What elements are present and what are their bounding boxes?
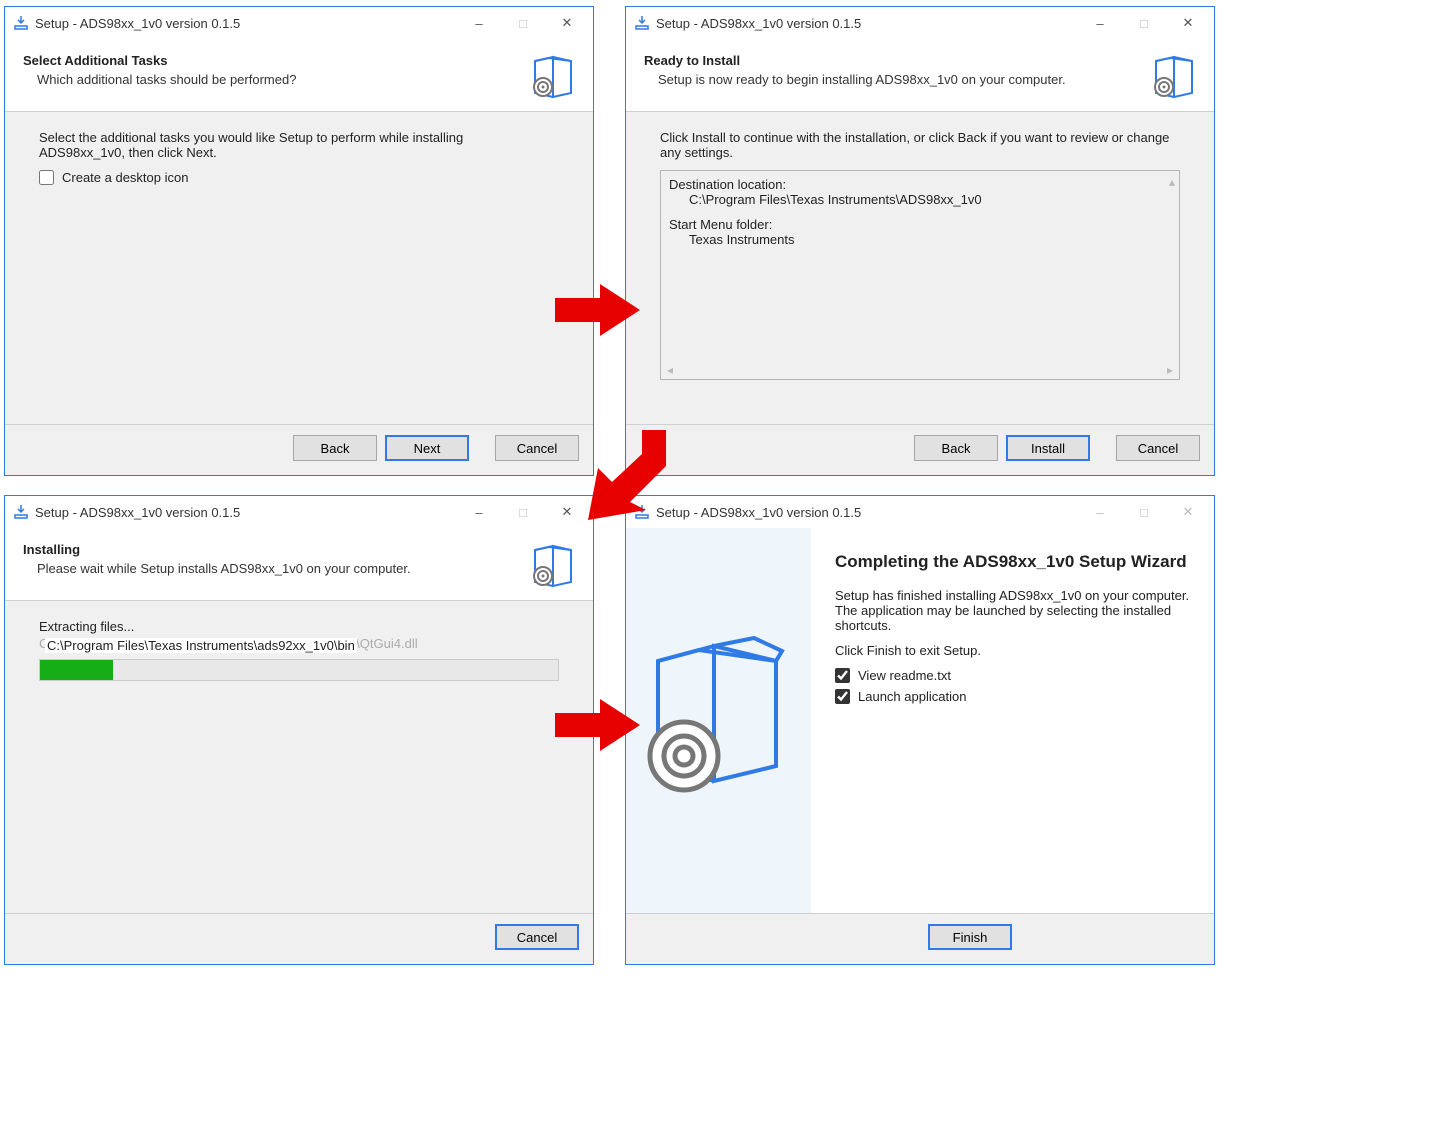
box-disc-large-icon <box>644 636 794 806</box>
instruction-text: Select the additional tasks you would li… <box>39 130 529 160</box>
dialog-select-tasks: Setup - ADS98xx_1v0 version 0.1.5 – □ ✕ … <box>4 6 594 476</box>
scroll-up-icon[interactable]: ▴ <box>1169 175 1175 189</box>
installer-icon <box>634 15 650 31</box>
maximize-button[interactable]: □ <box>501 8 545 38</box>
minimize-button[interactable]: – <box>1078 497 1122 527</box>
box-disc-icon <box>1150 53 1196 99</box>
instruction-text: Click Install to continue with the insta… <box>660 130 1170 160</box>
install-progress-fill <box>40 660 113 680</box>
dialog-ready-install: Setup - ADS98xx_1v0 version 0.1.5 – □ ✕ … <box>625 6 1215 476</box>
page-subtitle: Please wait while Setup installs ADS98xx… <box>37 561 519 576</box>
flow-arrow-right-1 <box>555 280 640 340</box>
close-button[interactable]: ✕ <box>1166 8 1210 38</box>
back-button[interactable]: Back <box>293 435 377 461</box>
titlebar: Setup - ADS98xx_1v0 version 0.1.5 – □ ✕ <box>5 7 593 39</box>
dest-value: C:\Program Files\Texas Instruments\ADS98… <box>689 192 1171 207</box>
minimize-button[interactable]: – <box>457 8 501 38</box>
header-panel: Select Additional Tasks Which additional… <box>5 39 593 112</box>
page-title: Installing <box>23 542 519 557</box>
finish-text-2: Click Finish to exit Setup. <box>835 643 1190 658</box>
checkbox-label: View readme.txt <box>858 668 951 683</box>
launch-app-checkbox[interactable]: Launch application <box>835 689 1190 704</box>
cancel-button[interactable]: Cancel <box>495 435 579 461</box>
titlebar: Setup - ADS98xx_1v0 version 0.1.5 – □ ✕ <box>626 7 1214 39</box>
header-panel: Installing Please wait while Setup insta… <box>5 528 593 601</box>
window-title: Setup - ADS98xx_1v0 version 0.1.5 <box>35 505 457 520</box>
install-button[interactable]: Install <box>1006 435 1090 461</box>
checkbox-label: Launch application <box>858 689 966 704</box>
view-readme-checkbox[interactable]: View readme.txt <box>835 668 1190 683</box>
dialog-installing: Setup - ADS98xx_1v0 version 0.1.5 – □ ✕ … <box>4 495 594 965</box>
finish-text-1: Setup has finished installing ADS98xx_1v… <box>835 588 1190 633</box>
minimize-button[interactable]: – <box>1078 8 1122 38</box>
page-title: Select Additional Tasks <box>23 53 519 68</box>
header-panel: Ready to Install Setup is now ready to b… <box>626 39 1214 112</box>
minimize-button[interactable]: – <box>457 497 501 527</box>
cancel-button[interactable]: Cancel <box>1116 435 1200 461</box>
wizard-sidebar <box>626 528 811 913</box>
checkbox-input[interactable] <box>835 689 850 704</box>
maximize-button[interactable]: □ <box>501 497 545 527</box>
next-button[interactable]: Next <box>385 435 469 461</box>
scroll-right-icon[interactable]: ▸ <box>1167 363 1173 377</box>
close-button[interactable]: ✕ <box>1166 497 1210 527</box>
scroll-left-icon[interactable]: ◂ <box>667 363 673 377</box>
installer-icon <box>13 504 29 520</box>
startmenu-label: Start Menu folder: <box>669 217 1171 232</box>
status-label: Extracting files... <box>39 619 559 634</box>
titlebar: Setup - ADS98xx_1v0 version 0.1.5 – □ ✕ <box>5 496 593 528</box>
extract-path-overlay: C:\Program Files\Texas Instruments\ads92… <box>45 638 357 653</box>
box-disc-icon <box>529 53 575 99</box>
cancel-button[interactable]: Cancel <box>495 924 579 950</box>
close-button[interactable]: ✕ <box>545 8 589 38</box>
maximize-button[interactable]: □ <box>1122 497 1166 527</box>
dest-label: Destination location: <box>669 177 1171 192</box>
checkbox-label: Create a desktop icon <box>62 170 188 185</box>
box-disc-icon <box>529 542 575 588</box>
install-progress <box>39 659 559 681</box>
back-button[interactable]: Back <box>914 435 998 461</box>
page-title: Ready to Install <box>644 53 1140 68</box>
checkbox-input[interactable] <box>39 170 54 185</box>
window-title: Setup - ADS98xx_1v0 version 0.1.5 <box>656 505 1078 520</box>
page-subtitle: Which additional tasks should be perform… <box>37 72 519 87</box>
titlebar: Setup - ADS98xx_1v0 version 0.1.5 – □ ✕ <box>626 496 1214 528</box>
summary-memo[interactable]: Destination location: C:\Program Files\T… <box>660 170 1180 380</box>
installer-icon <box>13 15 29 31</box>
flow-arrow-right-2 <box>555 695 640 755</box>
startmenu-value: Texas Instruments <box>689 232 1171 247</box>
finish-button[interactable]: Finish <box>928 924 1012 950</box>
create-desktop-icon-checkbox[interactable]: Create a desktop icon <box>39 170 559 185</box>
maximize-button[interactable]: □ <box>1122 8 1166 38</box>
finish-title: Completing the ADS98xx_1v0 Setup Wizard <box>835 552 1190 572</box>
checkbox-input[interactable] <box>835 668 850 683</box>
window-title: Setup - ADS98xx_1v0 version 0.1.5 <box>35 16 457 31</box>
page-subtitle: Setup is now ready to begin installing A… <box>658 72 1140 87</box>
window-title: Setup - ADS98xx_1v0 version 0.1.5 <box>656 16 1078 31</box>
flow-arrow-down-left <box>580 430 675 520</box>
dialog-finish: Setup - ADS98xx_1v0 version 0.1.5 – □ ✕ … <box>625 495 1215 965</box>
